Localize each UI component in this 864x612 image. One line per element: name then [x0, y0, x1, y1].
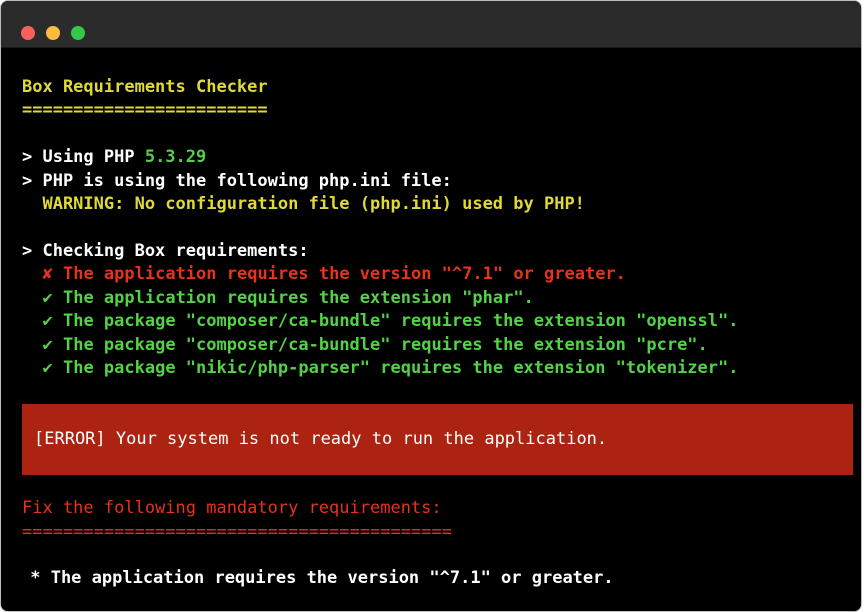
close-window-button[interactable]: [21, 26, 35, 40]
checking-requirements-prompt: > Checking Box requirements:: [22, 241, 309, 261]
fix-requirements-underline: ========================================…: [22, 522, 452, 542]
php-ini-warning: WARNING: No configuration file (php.ini)…: [22, 194, 585, 214]
pass-check-icon: ✔: [42, 288, 53, 308]
error-message: [ERROR] Your system is not ready to run …: [34, 429, 608, 449]
maximize-window-button[interactable]: [71, 26, 85, 40]
requirement-text: The package "composer/ca-bundle" require…: [62, 311, 739, 331]
fail-cross-icon: ✘: [42, 264, 53, 284]
requirement-text: The package "nikic/php-parser" requires …: [62, 358, 739, 378]
checker-title: Box Requirements Checker: [22, 77, 268, 97]
php-version-prompt: > Using PHP: [22, 147, 145, 167]
requirement-item: ✔ The application requires the extension…: [22, 287, 534, 311]
checker-title-underline: ========================: [22, 100, 268, 120]
requirement-item: ✔ The package "composer/ca-bundle" requi…: [22, 310, 739, 334]
requirement-item: ✔ The package "nikic/php-parser" require…: [22, 357, 739, 381]
error-banner: [ERROR] Your system is not ready to run …: [22, 404, 853, 475]
minimize-window-button[interactable]: [46, 26, 60, 40]
title-bar: [1, 1, 861, 48]
requirement-item: ✔ The package "composer/ca-bundle" requi…: [22, 334, 708, 358]
pass-check-icon: ✔: [42, 358, 53, 378]
pass-check-icon: ✔: [42, 311, 53, 331]
requirement-text: The application requires the extension "…: [62, 288, 534, 308]
requirement-item: ✘ The application requires the version "…: [22, 263, 626, 287]
fix-requirement-item: * The application requires the version "…: [20, 568, 614, 588]
php-version-value: 5.3.29: [144, 147, 207, 167]
pass-check-icon: ✔: [42, 335, 53, 355]
php-version-line: > Using PHP 5.3.29: [22, 146, 206, 170]
terminal-window: Box Requirements Checker ===============…: [1, 1, 861, 611]
requirement-text: The package "composer/ca-bundle" require…: [62, 335, 708, 355]
fix-requirements-heading: Fix the following mandatory requirements…: [22, 498, 442, 518]
php-ini-prompt: > PHP is using the following php.ini fil…: [22, 171, 452, 191]
terminal-output: Box Requirements Checker ===============…: [1, 48, 861, 611]
requirement-text: The application requires the version "^7…: [62, 264, 626, 284]
